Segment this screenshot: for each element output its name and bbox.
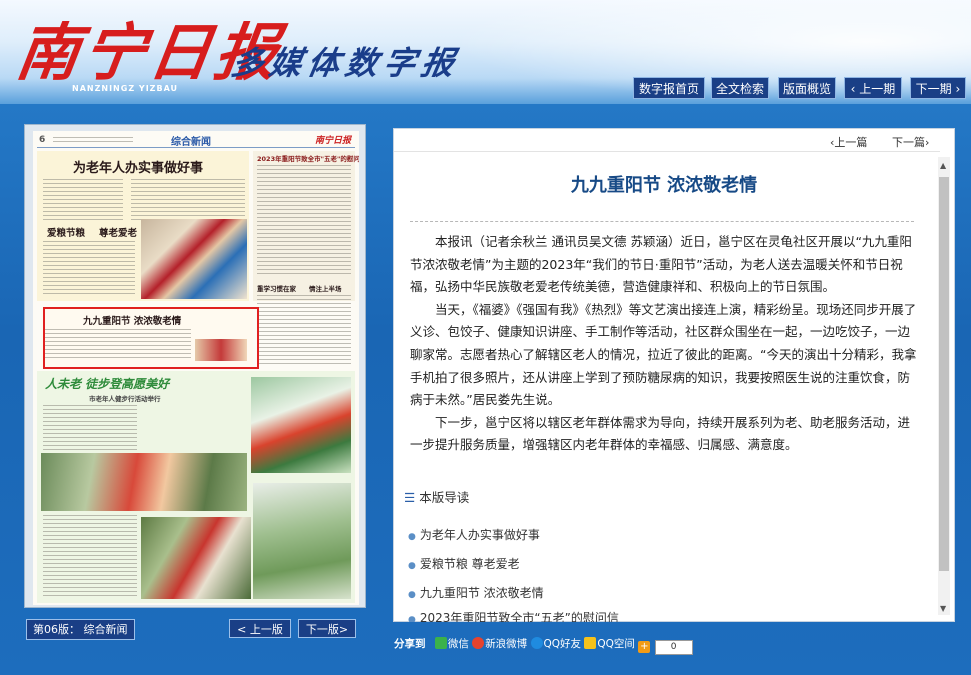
paper-mini-logo: 南宁日报 (315, 136, 352, 146)
chevron-right-icon: › (951, 82, 961, 96)
paper-text-column (257, 295, 351, 365)
page-image-frame: 6 综合新闻 南宁日报 为老年人办实事做好事 爱粮节粮 尊老爱老 2023年重阳… (24, 124, 366, 608)
page-guide-heading: ☰ 本版导读 (404, 487, 469, 506)
current-article-highlight-box[interactable] (43, 307, 259, 369)
article-paragraph: 当天，《福婆》《强国有我》《热烈》等文艺演出接连上演，精彩纷呈。现场还同步开展了… (410, 301, 917, 408)
paper-column-b: 情注上半场 (309, 285, 342, 293)
scrollbar-thumb[interactable] (939, 177, 949, 571)
top-navigation: 数字报首页 全文检索 版面概览 ‹ 上一期 下一期 › (0, 77, 971, 101)
article-body: 本报讯（记者余秋兰 通讯员吴文德 苏颖涵）近日，邕宁区在灵龟社区开展以“九九重阳… (410, 231, 918, 457)
chevron-left-icon: ‹ (850, 82, 860, 96)
share-qzone-label: QQ空间 (597, 638, 635, 650)
toc-item-label: 2023年重阳节致全市“五老”的慰问信 (419, 611, 619, 622)
share-qq-friend-label: QQ好友 (543, 638, 582, 650)
paper-headline-sub1: 爱粮节粮 (47, 228, 86, 239)
article-paragraph: 本报讯（记者余秋兰 通讯员吴文德 苏颖涵）近日，邕宁区在灵龟社区开展以“九九重阳… (410, 234, 912, 295)
paper-page-number: 6 (39, 135, 46, 145)
next-page-button[interactable]: 下一版> (298, 619, 356, 638)
chevron-right-icon: › (925, 136, 930, 149)
scroll-down-icon[interactable]: ▼ (940, 604, 946, 613)
prev-issue-label: 上一期 (859, 82, 896, 96)
paper-dateline (53, 137, 133, 143)
paper-column-a: 重学习惯在家 (257, 285, 296, 293)
paper-section-header: 综合新闻 (171, 137, 211, 148)
bullet-icon: ● (408, 615, 416, 622)
paper-letter-heading: 2023年重阳节致全市"五老"的慰问信 (257, 155, 359, 163)
paper-headline-main: 为老年人办实事做好事 (73, 161, 204, 176)
qzone-star-icon (584, 637, 597, 649)
paper-text-column (43, 515, 137, 599)
paper-lower-deck: 市老年人健步行活动举行 (89, 395, 161, 403)
article-title: 九九重阳节 浓浓敬老情 (570, 175, 758, 196)
toc-item-label: 为老年人办实事做好事 (419, 528, 540, 542)
wechat-icon (434, 637, 447, 649)
plus-icon[interactable]: + (638, 641, 651, 653)
article-panel: ‹上一篇 下一篇› 九九重阳节 浓浓敬老情 本报讯（记者余秋兰 通讯员吴文德 苏… (393, 128, 955, 622)
page-guide-label: 本版导读 (419, 490, 470, 505)
toc-item[interactable]: ● 2023年重阳节致全市“五老”的慰问信 (408, 608, 888, 622)
prev-issue-button[interactable]: ‹ 上一期 (844, 77, 902, 99)
share-label: 分享到 (394, 638, 426, 650)
prev-article-link[interactable]: ‹上一篇 (830, 134, 867, 150)
bullet-icon: ● (408, 590, 416, 600)
paper-photo-plaza (253, 483, 351, 599)
toc-item[interactable]: ● 为老年人办实事做好事 (408, 521, 888, 550)
share-weibo[interactable]: 新浪微博 (472, 637, 528, 650)
paper-text-column (257, 165, 351, 277)
paper-photo-forest (141, 517, 251, 599)
paper-headline-lower: 人未老 徒步登高愿美好 (45, 377, 170, 391)
paper-text-column (43, 179, 123, 221)
title-divider (410, 221, 914, 222)
paper-photo-stage (251, 377, 351, 473)
prev-page-button[interactable]: < 上一版 (229, 619, 291, 638)
next-issue-label: 下一期 (915, 82, 952, 96)
paper-text-column (43, 241, 135, 297)
next-article-label: 下一篇 (892, 136, 925, 149)
article-pager: ‹上一篇 下一篇› (830, 131, 940, 149)
share-qq-friend[interactable]: QQ好友 (530, 637, 582, 650)
next-article-link[interactable]: 下一篇› (892, 134, 929, 150)
page-guide-list: ● 为老年人办实事做好事 ● 爱粮节粮 尊老爱老 ● 九九重阳节 浓浓敬老情 ● 202… (408, 521, 888, 622)
paper-headline-sub2: 尊老爱老 (99, 228, 138, 239)
current-page-label[interactable]: 第06版： 综合新闻 (26, 619, 135, 640)
home-button[interactable]: 数字报首页 (633, 77, 705, 99)
page-overview-button[interactable]: 版面概览 (778, 77, 836, 99)
pager-divider (394, 151, 940, 152)
bullet-icon: ● (408, 561, 416, 571)
share-weibo-label: 新浪微博 (485, 638, 528, 650)
toc-item-label: 爱粮节粮 尊老爱老 (419, 557, 520, 571)
toc-item-label: 九九重阳节 浓浓敬老情 (419, 586, 544, 600)
paper-text-column (131, 179, 245, 221)
share-bar: 分享到 微信 新浪微博 QQ好友 QQ空间 + 0 (394, 636, 693, 655)
share-wechat[interactable]: 微信 (434, 637, 469, 650)
paper-photo-hikers (41, 453, 247, 511)
prev-article-label: 上一篇 (834, 136, 868, 149)
paper-text-column (43, 405, 137, 451)
qq-icon (530, 637, 543, 649)
bullet-icon: ● (408, 532, 416, 542)
list-icon: ☰ (404, 490, 416, 505)
toc-item[interactable]: ● 爱粮节粮 尊老爱老 (408, 550, 888, 579)
article-paragraph: 下一步，邕宁区将以辖区老年群体需求为导向，持续开展系列为老、助老服务活动，进一步… (410, 414, 911, 453)
paper-photo-seniors (141, 219, 247, 299)
fulltext-search-button[interactable]: 全文检索 (711, 77, 769, 99)
weibo-icon (472, 637, 485, 649)
article-scrollbar[interactable]: ▲ ▼ (938, 157, 950, 615)
scroll-up-icon[interactable]: ▲ (940, 161, 946, 170)
paper-top-rule (37, 147, 355, 148)
toc-item[interactable]: ● 九九重阳节 浓浓敬老情 (408, 579, 888, 608)
share-wechat-label: 微信 (447, 638, 469, 650)
newspaper-page-image[interactable]: 6 综合新闻 南宁日报 为老年人办实事做好事 爱粮节粮 尊老爱老 2023年重阳… (33, 131, 359, 605)
next-issue-button[interactable]: 下一期 › (910, 77, 966, 99)
share-count: 0 (654, 640, 693, 655)
share-qzone[interactable]: QQ空间 (584, 637, 635, 650)
